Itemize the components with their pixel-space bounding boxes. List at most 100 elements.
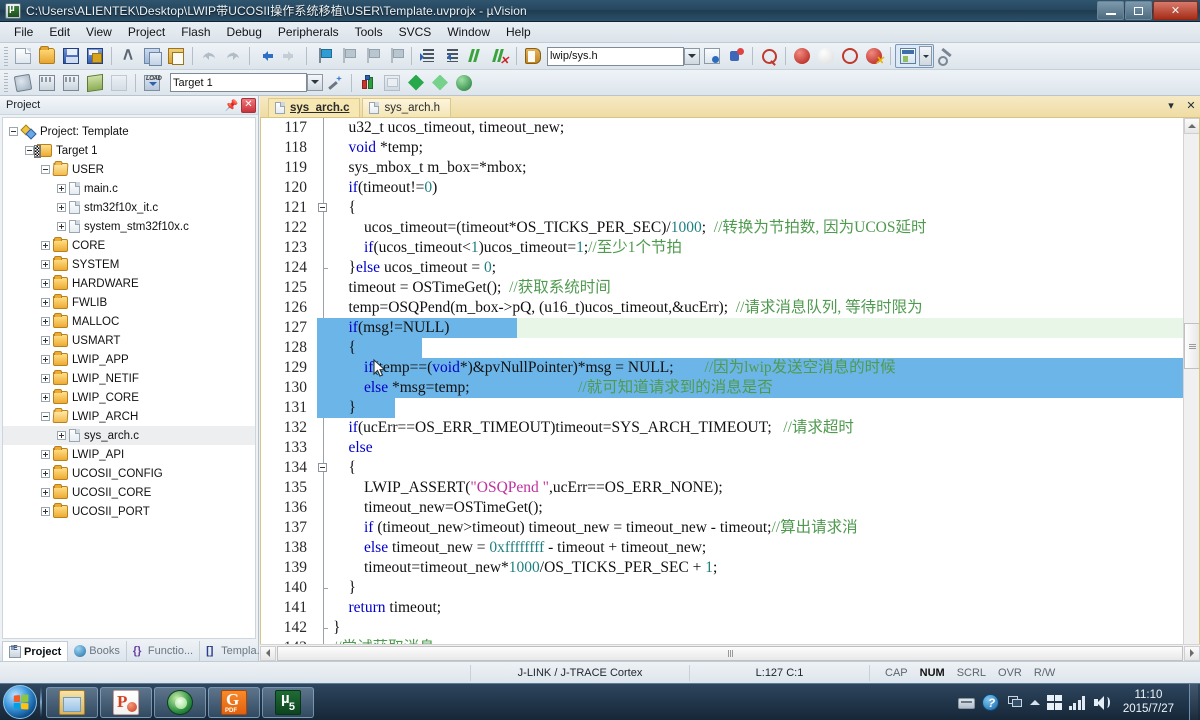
expand-icon[interactable]: [41, 450, 50, 459]
expand-icon[interactable]: [41, 241, 50, 250]
show-hidden-icons-icon[interactable]: [1029, 695, 1040, 705]
tree-item-main-c[interactable]: main.c: [3, 179, 255, 198]
code-line-125[interactable]: timeout = OSTimeGet(); //获取系统时间: [333, 278, 611, 298]
code-line-123[interactable]: if(ucos_timeout<1)ucos_timeout=1;//至少1个节…: [333, 238, 682, 258]
disable-breakpoint-icon[interactable]: [815, 45, 837, 67]
window-layout-group[interactable]: [895, 44, 934, 68]
expand-icon[interactable]: [57, 203, 66, 212]
code-line-133[interactable]: else: [333, 438, 373, 458]
editor-tab-sys-arch-h[interactable]: sys_arch.h: [362, 98, 452, 117]
tree-item-target-1[interactable]: Target 1: [3, 141, 255, 160]
vertical-scroll-thumb[interactable]: [1184, 323, 1199, 369]
horizontal-scrollbar[interactable]: [260, 644, 1200, 661]
scroll-right-button[interactable]: [1184, 645, 1200, 661]
code-line-129[interactable]: if(temp==(void*)&pvNullPointer)*msg = NU…: [333, 358, 896, 378]
expand-icon[interactable]: [41, 374, 50, 383]
code-line-134[interactable]: {: [333, 458, 356, 478]
batch-build-icon[interactable]: [84, 72, 106, 94]
open-file-icon[interactable]: [36, 45, 58, 67]
code-editor[interactable]: 117 118 119 120 121 122 123 124 125 126 127 128 129 1…: [260, 118, 1200, 661]
manage-run-time-env-icon[interactable]: [381, 72, 403, 94]
code-line-120[interactable]: if(timeout!=0): [333, 178, 438, 198]
uncomment-icon[interactable]: ✕: [489, 45, 511, 67]
clear-bookmarks-icon[interactable]: [384, 45, 406, 67]
fold-collapse-box[interactable]: [318, 203, 327, 212]
code-line-130[interactable]: else *msg=temp; //就可知道请求到的消息是否: [333, 378, 773, 398]
code-line-122[interactable]: ucos_timeout=(timeout*OS_TICKS_PER_SEC)/…: [333, 218, 926, 238]
menu-item-project[interactable]: Project: [120, 23, 173, 41]
save-all-icon[interactable]: [84, 45, 106, 67]
translate-file-icon[interactable]: [12, 72, 34, 94]
keyboard-layout-icon[interactable]: [957, 698, 975, 709]
manage-components-icon[interactable]: [453, 72, 475, 94]
expand-icon[interactable]: [41, 355, 50, 364]
disable-all-breakpoints-icon[interactable]: [839, 45, 861, 67]
code-line-121[interactable]: {: [333, 198, 356, 218]
stop-build-icon[interactable]: [108, 72, 130, 94]
kill-all-breakpoints-icon[interactable]: ✕: [863, 45, 885, 67]
menu-item-flash[interactable]: Flash: [173, 23, 218, 41]
menu-item-window[interactable]: Window: [439, 23, 498, 41]
tree-item-lwip-api[interactable]: LWIP_API: [3, 445, 255, 464]
code-line-135[interactable]: LWIP_ASSERT("OSQPend ",ucErr==OS_ERR_NON…: [333, 478, 723, 498]
menu-item-help[interactable]: Help: [498, 23, 539, 41]
code-line-131[interactable]: }: [333, 398, 356, 418]
save-icon[interactable]: [60, 45, 82, 67]
navigate-forward-icon[interactable]: [279, 45, 301, 67]
code-line-128[interactable]: {: [333, 338, 356, 358]
expand-icon[interactable]: [41, 507, 50, 516]
download-icon[interactable]: LOAD: [141, 72, 163, 94]
tree-item-user[interactable]: USER: [3, 160, 255, 179]
include-file-field[interactable]: [547, 46, 684, 66]
taskbar-pdf-reader[interactable]: [208, 686, 260, 718]
horizontal-scroll-thumb[interactable]: [277, 645, 1183, 661]
tree-item-system[interactable]: SYSTEM: [3, 255, 255, 274]
minimize-button[interactable]: [1097, 1, 1124, 20]
code-line-141[interactable]: return timeout;: [333, 598, 442, 618]
tree-item-malloc[interactable]: MALLOC: [3, 312, 255, 331]
tree-item-lwip-core[interactable]: LWIP_CORE: [3, 388, 255, 407]
copy-icon[interactable]: [141, 45, 163, 67]
tree-item-sys-arch-c[interactable]: sys_arch.c: [3, 426, 255, 445]
indent-icon[interactable]: [417, 45, 439, 67]
expand-icon[interactable]: [41, 393, 50, 402]
expand-icon[interactable]: [41, 469, 50, 478]
next-bookmark-icon[interactable]: [360, 45, 382, 67]
code-line-137[interactable]: if (timeout_new>timeout) timeout_new = t…: [333, 518, 858, 538]
collapse-icon[interactable]: [41, 165, 50, 174]
target-selector[interactable]: [170, 73, 307, 92]
build-target-icon[interactable]: [36, 72, 58, 94]
code-line-126[interactable]: temp=OSQPend(m_box->pQ, (u16_t)ucos_time…: [333, 298, 923, 318]
taskbar-browser[interactable]: [154, 686, 206, 718]
tree-item-lwip-netif[interactable]: LWIP_NETIF: [3, 369, 255, 388]
find-in-files-icon[interactable]: [758, 45, 780, 67]
close-icon[interactable]: ✕: [241, 97, 256, 113]
expand-icon[interactable]: [41, 298, 50, 307]
scroll-left-button[interactable]: [260, 645, 276, 661]
target-options-icon[interactable]: [324, 72, 346, 94]
customize-tools-icon[interactable]: [935, 45, 957, 67]
taskbar-explorer[interactable]: [46, 686, 98, 718]
chevron-down-icon[interactable]: ▾: [1164, 98, 1178, 112]
close-icon[interactable]: ✕: [1184, 98, 1198, 112]
file-properties-icon[interactable]: [701, 45, 723, 67]
open-include-icon[interactable]: [522, 45, 544, 67]
menu-item-file[interactable]: File: [6, 23, 41, 41]
insert-breakpoint-icon[interactable]: [791, 45, 813, 67]
vertical-scrollbar[interactable]: [1183, 118, 1199, 660]
code-line-132[interactable]: if(ucErr==OS_ERR_TIMEOUT)timeout=SYS_ARC…: [333, 418, 854, 438]
configuration-wizard-icon[interactable]: [725, 45, 747, 67]
code-line-140[interactable]: }: [333, 578, 356, 598]
target-input[interactable]: [173, 76, 304, 89]
manage-project-items-icon[interactable]: [357, 72, 379, 94]
multi-project-icon[interactable]: [405, 72, 427, 94]
pin-icon[interactable]: 📌: [224, 98, 239, 113]
code-line-117[interactable]: u32_t ucos_timeout, timeout_new;: [333, 118, 565, 138]
include-file-input[interactable]: [550, 50, 681, 62]
panel-tab-functio[interactable]: {} Functio...: [127, 641, 201, 661]
code-line-136[interactable]: timeout_new=OSTimeGet();: [333, 498, 543, 518]
close-button[interactable]: ✕: [1153, 1, 1198, 20]
code-line-124[interactable]: }else ucos_timeout = 0;: [333, 258, 497, 278]
tree-item-stm32f10x-it-c[interactable]: stm32f10x_it.c: [3, 198, 255, 217]
collapse-icon[interactable]: [9, 127, 18, 136]
